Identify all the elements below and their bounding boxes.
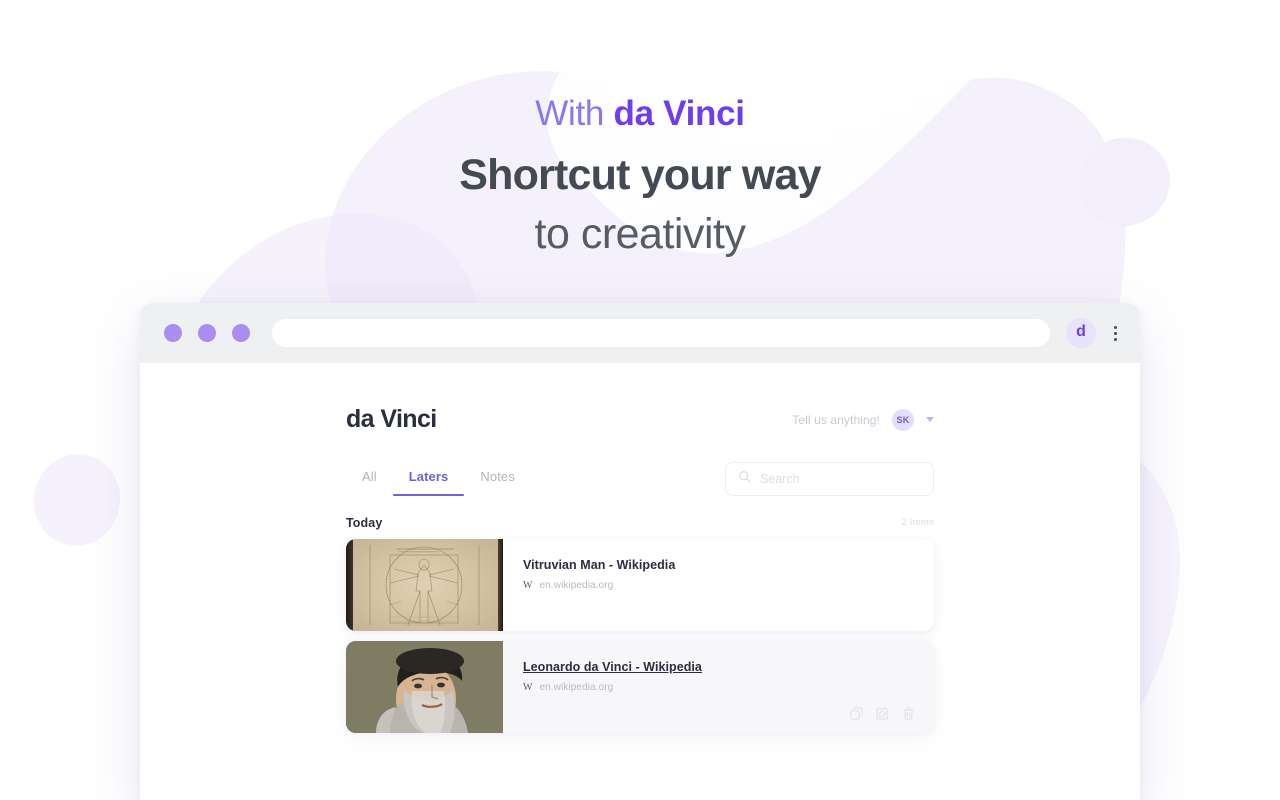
hero-headline-primary: Shortcut your way bbox=[459, 151, 821, 199]
copy-icon[interactable] bbox=[849, 706, 864, 721]
item-action-bar bbox=[849, 706, 916, 721]
delete-icon[interactable] bbox=[901, 706, 916, 721]
list-meta-row: Today 2 Items bbox=[346, 516, 934, 530]
browser-chrome-bar: d bbox=[140, 303, 1140, 363]
item-source: W en.wikipedia.org bbox=[523, 580, 914, 591]
chrome-right-controls: d bbox=[1066, 318, 1124, 348]
app-header-actions: Tell us anything! SK bbox=[792, 408, 934, 431]
tab-bar: All Laters Notes bbox=[346, 463, 531, 496]
feedback-link[interactable]: Tell us anything! bbox=[792, 413, 880, 427]
tab-notes[interactable]: Notes bbox=[464, 463, 530, 496]
wikipedia-favicon-icon: W bbox=[523, 579, 533, 591]
chevron-down-icon[interactable] bbox=[926, 417, 934, 422]
app-viewport: da Vinci Tell us anything! SK All Laters… bbox=[140, 363, 1140, 800]
item-count-label: 2 Items bbox=[901, 517, 934, 528]
item-source-domain: en.wikipedia.org bbox=[539, 682, 614, 693]
blob-pill-left bbox=[33, 454, 121, 546]
group-label-today: Today bbox=[346, 516, 383, 530]
kebab-menu-icon[interactable] bbox=[1106, 322, 1124, 344]
item-title[interactable]: Leonardo da Vinci - Wikipedia bbox=[523, 660, 914, 674]
address-bar[interactable] bbox=[272, 319, 1050, 347]
item-source: W en.wikipedia.org bbox=[523, 682, 914, 693]
davinci-extension-icon[interactable]: d bbox=[1066, 318, 1096, 348]
item-body: Vitruvian Man - Wikipedia W en.wikipedia… bbox=[503, 539, 934, 631]
wikipedia-favicon-icon: W bbox=[523, 681, 533, 693]
hero-headline-secondary: to creativity bbox=[534, 210, 746, 259]
item-source-domain: en.wikipedia.org bbox=[539, 580, 614, 591]
window-close-dot[interactable] bbox=[164, 324, 182, 342]
tab-laters[interactable]: Laters bbox=[392, 463, 465, 496]
avatar[interactable]: SK bbox=[892, 408, 914, 431]
tab-all[interactable]: All bbox=[346, 463, 393, 496]
app-logo[interactable]: da Vinci bbox=[346, 405, 437, 434]
app-content-column: da Vinci Tell us anything! SK All Laters… bbox=[346, 363, 934, 733]
item-title[interactable]: Vitruvian Man - Wikipedia bbox=[523, 558, 914, 572]
traffic-light-dots bbox=[164, 324, 250, 342]
list-item[interactable]: Leonardo da Vinci - Wikipedia W en.wikip… bbox=[346, 641, 934, 733]
list-item[interactable]: Vitruvian Man - Wikipedia W en.wikipedia… bbox=[346, 539, 934, 631]
item-thumbnail-vitruvian-man bbox=[346, 539, 503, 631]
app-toolbar: All Laters Notes bbox=[346, 462, 934, 496]
window-maximize-dot[interactable] bbox=[232, 324, 250, 342]
hero-eyebrow-brand: da Vinci bbox=[613, 94, 745, 133]
hero-eyebrow: With da Vinci bbox=[0, 96, 1280, 131]
item-thumbnail-leonardo-portrait bbox=[346, 641, 503, 733]
window-minimize-dot[interactable] bbox=[198, 324, 216, 342]
search-icon bbox=[738, 470, 751, 488]
edit-icon[interactable] bbox=[875, 706, 890, 721]
app-header: da Vinci Tell us anything! SK bbox=[346, 405, 934, 434]
search-input[interactable] bbox=[760, 472, 921, 486]
search-box[interactable] bbox=[725, 462, 934, 496]
saved-items-list: Vitruvian Man - Wikipedia W en.wikipedia… bbox=[346, 539, 934, 733]
hero-eyebrow-prefix: With bbox=[535, 94, 614, 133]
browser-window: d da Vinci Tell us anything! SK All Late… bbox=[140, 303, 1140, 800]
hero-section: With da Vinci Shortcut your way to creat… bbox=[0, 0, 1280, 257]
item-body: Leonardo da Vinci - Wikipedia W en.wikip… bbox=[503, 641, 934, 733]
